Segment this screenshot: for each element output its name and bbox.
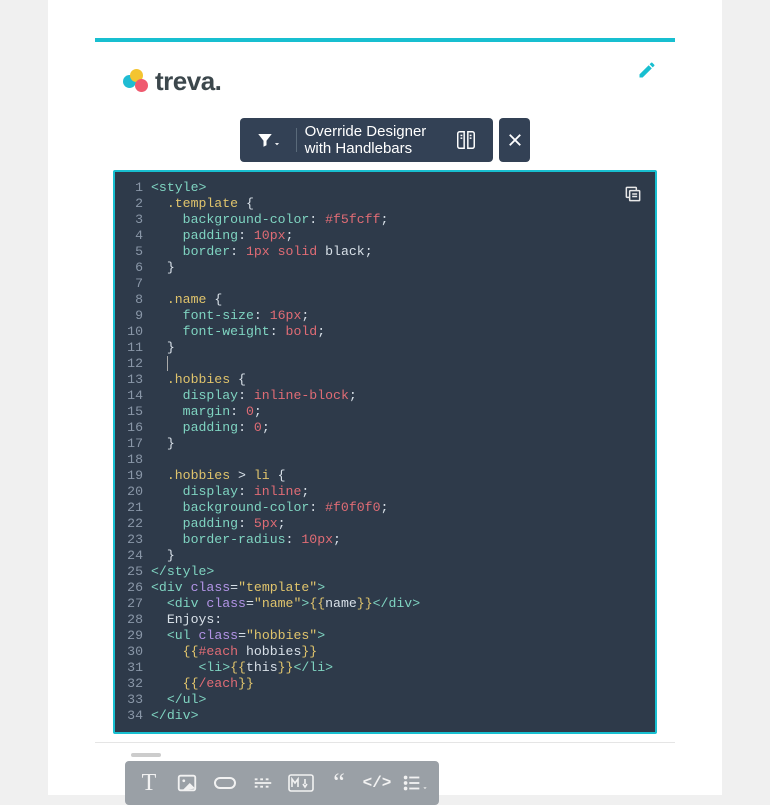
- code-line[interactable]: </div>: [151, 708, 643, 724]
- code-line[interactable]: display: inline-block;: [151, 388, 643, 404]
- code-line[interactable]: border: 1px solid black;: [151, 244, 643, 260]
- code-line[interactable]: padding: 5px;: [151, 516, 643, 532]
- code-area[interactable]: 1234567891011121314151617181920212223242…: [115, 172, 655, 732]
- override-label: Override Designer with Handlebars: [305, 123, 450, 157]
- code-line[interactable]: .hobbies > li {: [151, 468, 643, 484]
- book-icon[interactable]: [449, 129, 483, 151]
- code-line[interactable]: }: [151, 340, 643, 356]
- close-button[interactable]: [499, 118, 530, 162]
- code-line[interactable]: {{#each hobbies}}: [151, 644, 643, 660]
- override-toolbar: Override Designer with Handlebars: [240, 118, 530, 162]
- code-line[interactable]: [151, 452, 643, 468]
- text-block-button[interactable]: T: [131, 765, 167, 801]
- code-line[interactable]: border-radius: 10px;: [151, 532, 643, 548]
- page: treva. Override Designer with Handlebars: [48, 0, 722, 795]
- quote-block-button[interactable]: “: [321, 765, 357, 801]
- code-line[interactable]: .name {: [151, 292, 643, 308]
- code-line[interactable]: .hobbies {: [151, 372, 643, 388]
- code-line[interactable]: </ul>: [151, 692, 643, 708]
- code-line[interactable]: <style>: [151, 180, 643, 196]
- code-line[interactable]: font-size: 16px;: [151, 308, 643, 324]
- code-line[interactable]: background-color: #f0f0f0;: [151, 500, 643, 516]
- block-toolbar-row: T “ </>: [125, 761, 439, 805]
- code-block-button[interactable]: </>: [359, 765, 395, 801]
- copy-icon[interactable]: [623, 184, 643, 209]
- code-line[interactable]: padding: 0;: [151, 420, 643, 436]
- brand-logo: treva.: [123, 66, 221, 97]
- code-line[interactable]: <li>{{this}}</li>: [151, 660, 643, 676]
- code-line[interactable]: Enjoys:: [151, 612, 643, 628]
- code-line[interactable]: <ul class="hobbies">: [151, 628, 643, 644]
- code-line[interactable]: }: [151, 260, 643, 276]
- filter-icon: [250, 131, 288, 149]
- code-line[interactable]: display: inline;: [151, 484, 643, 500]
- logo-mark-icon: [123, 69, 149, 95]
- code-line[interactable]: .template {: [151, 196, 643, 212]
- drag-handle-icon[interactable]: [131, 753, 161, 757]
- block-toolbar: T “ </>: [95, 753, 675, 805]
- code-line[interactable]: margin: 0;: [151, 404, 643, 420]
- code-line[interactable]: <div class="name">{{name}}</div>: [151, 596, 643, 612]
- code-line[interactable]: [151, 276, 643, 292]
- code-lines[interactable]: <style> .template { background-color: #f…: [151, 180, 655, 724]
- code-editor[interactable]: 1234567891011121314151617181920212223242…: [113, 170, 657, 734]
- code-line[interactable]: font-weight: bold;: [151, 324, 643, 340]
- edit-icon[interactable]: [637, 60, 657, 85]
- brand-name: treva.: [155, 66, 221, 97]
- code-line[interactable]: }: [151, 548, 643, 564]
- code-line[interactable]: {{/each}}: [151, 676, 643, 692]
- code-line[interactable]: background-color: #f5fcff;: [151, 212, 643, 228]
- code-line[interactable]: [151, 356, 643, 372]
- override-pill[interactable]: Override Designer with Handlebars: [240, 118, 493, 162]
- image-block-button[interactable]: [169, 765, 205, 801]
- code-line[interactable]: <div class="template">: [151, 580, 643, 596]
- line-gutter: 1234567891011121314151617181920212223242…: [115, 180, 151, 724]
- list-block-button[interactable]: [397, 765, 433, 801]
- card-header: treva. Override Designer with Handlebars: [95, 42, 675, 142]
- divider-block-button[interactable]: [245, 765, 281, 801]
- pill-divider: [296, 128, 297, 152]
- markdown-block-button[interactable]: [283, 765, 319, 801]
- code-line[interactable]: }: [151, 436, 643, 452]
- button-block-button[interactable]: [207, 765, 243, 801]
- template-card: treva. Override Designer with Handlebars: [95, 38, 675, 743]
- code-line[interactable]: padding: 10px;: [151, 228, 643, 244]
- code-line[interactable]: </style>: [151, 564, 643, 580]
